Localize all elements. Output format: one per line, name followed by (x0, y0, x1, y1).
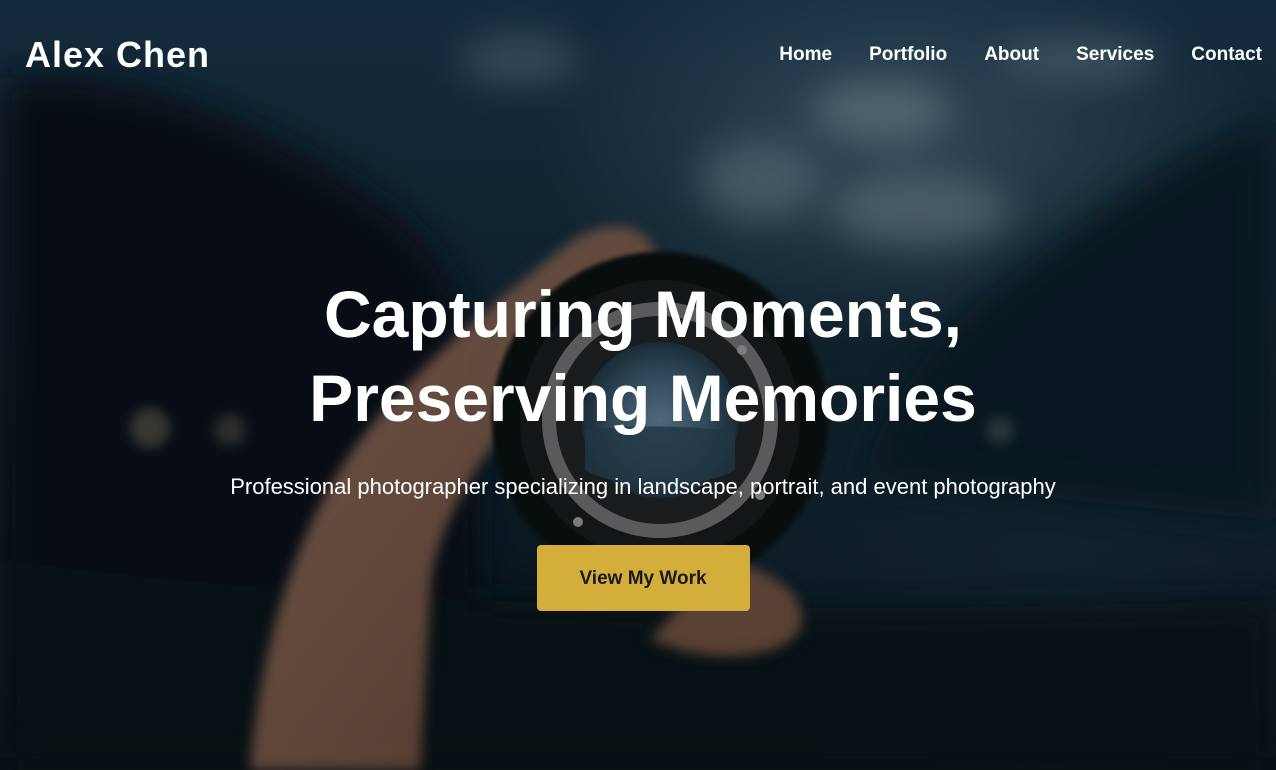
hero-section: Alex Chen Home Portfolio About Services … (0, 0, 1276, 770)
main-nav: Home Portfolio About Services Contact (779, 44, 1262, 66)
nav-link-contact[interactable]: Contact (1191, 44, 1262, 66)
hero-title-line-1: Capturing Moments, (324, 277, 962, 351)
hero-title-line-2: Preserving Memories (309, 361, 977, 435)
nav-link-services[interactable]: Services (1076, 44, 1154, 66)
hero-title: Capturing Moments, Preserving Memories (243, 272, 1043, 440)
site-logo[interactable]: Alex Chen (25, 34, 210, 76)
nav-link-about[interactable]: About (984, 44, 1039, 66)
nav-link-home[interactable]: Home (779, 44, 832, 66)
hero-subtitle: Professional photographer specializing i… (230, 474, 1056, 499)
view-my-work-button[interactable]: View My Work (536, 545, 750, 611)
nav-link-portfolio[interactable]: Portfolio (869, 44, 947, 66)
site-header: Alex Chen Home Portfolio About Services … (0, 0, 1276, 110)
hero-content: Capturing Moments, Preserving Memories P… (0, 272, 1276, 611)
